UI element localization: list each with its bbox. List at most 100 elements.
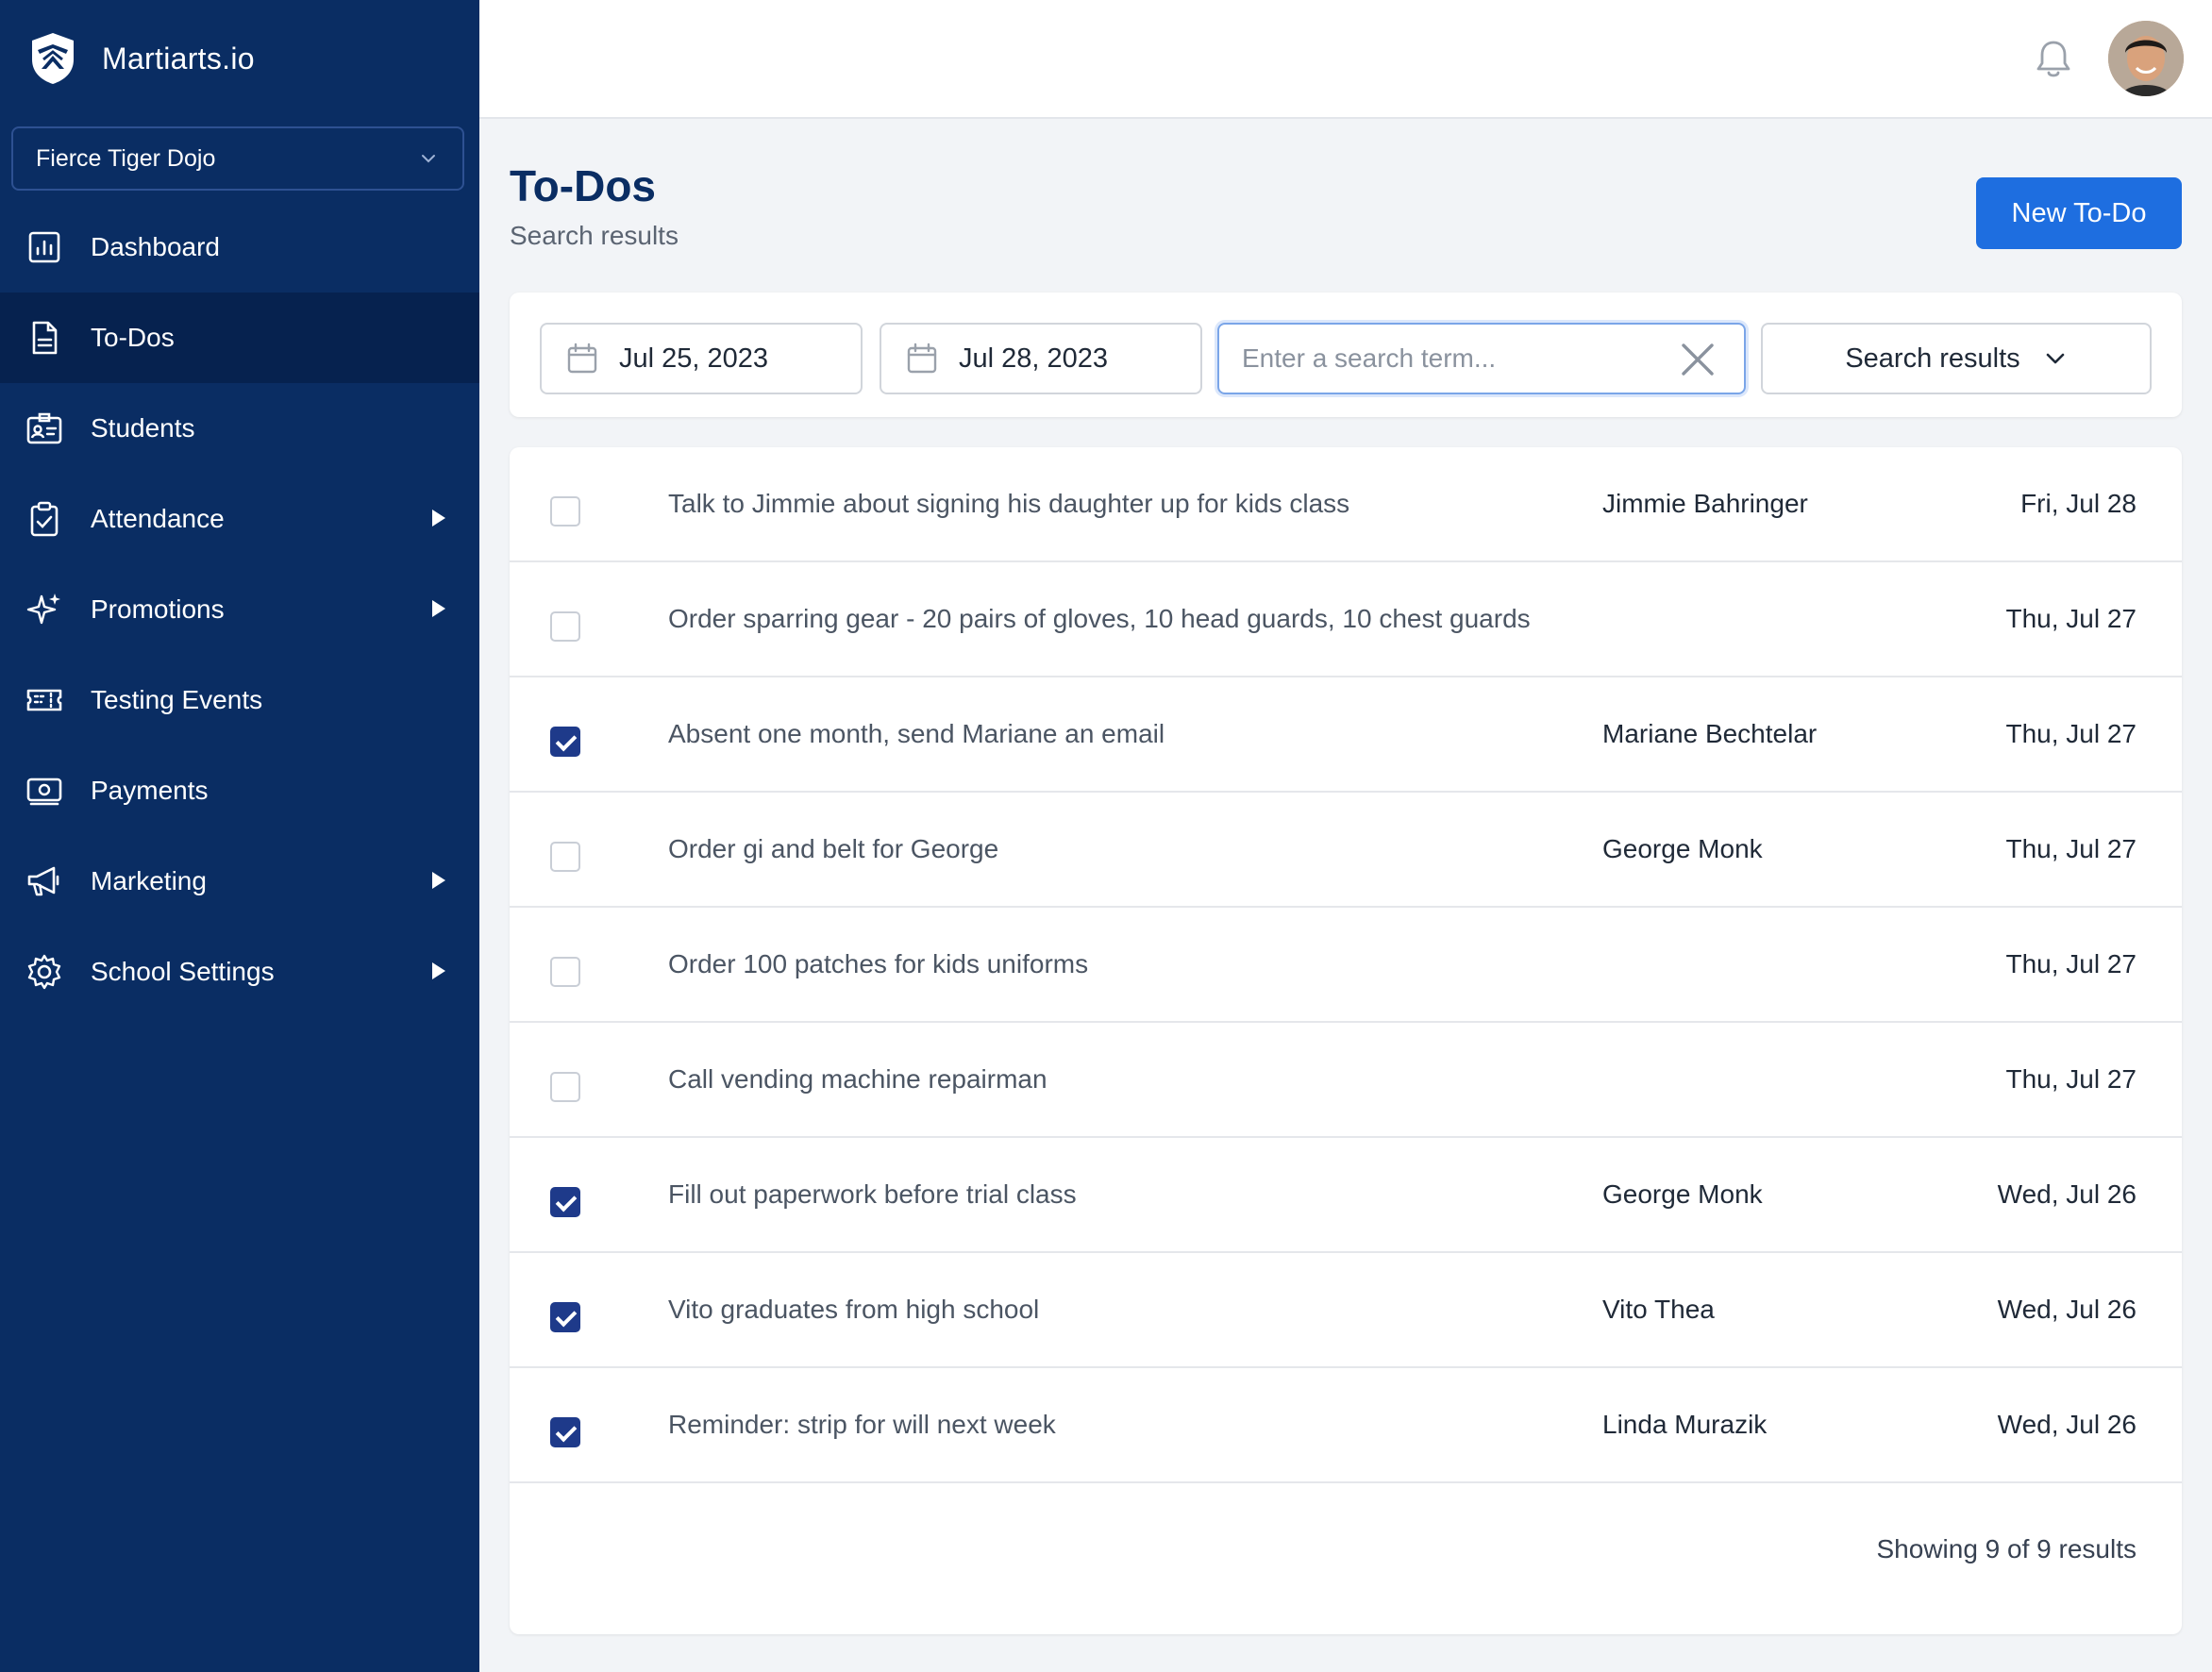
table-row[interactable]: Order 100 patches for kids uniforms Thu, … bbox=[510, 908, 2182, 1023]
bell-icon[interactable] bbox=[2033, 38, 2074, 81]
todo-task: Call vending machine repairman bbox=[668, 1064, 1047, 1094]
todo-checkbox[interactable] bbox=[550, 1302, 580, 1332]
brand[interactable]: Martiarts.io bbox=[28, 28, 255, 89]
nav-label: Dashboard bbox=[91, 232, 220, 261]
clipboard-check-icon bbox=[30, 501, 59, 537]
table-row[interactable]: Fill out paperwork before trial class Geo… bbox=[510, 1138, 2182, 1253]
todo-date: Wed, Jul 26 bbox=[1997, 1179, 2137, 1209]
nav-label: Payments bbox=[91, 776, 209, 805]
todo-person[interactable]: George Monk bbox=[1602, 1179, 1763, 1210]
shield-logo-icon bbox=[32, 33, 74, 84]
nav-label: Marketing bbox=[91, 866, 207, 895]
todo-list: Talk to Jimmie about signing his daughte… bbox=[510, 447, 2182, 1634]
todo-person[interactable]: George Monk bbox=[1602, 834, 1763, 864]
nav-label: To-Dos bbox=[91, 323, 175, 352]
todo-date: Thu, Jul 27 bbox=[2005, 719, 2137, 748]
nav-item-school-settings[interactable]: School Settings bbox=[0, 927, 479, 1017]
todo-checkbox[interactable] bbox=[550, 957, 580, 987]
todo-checkbox[interactable] bbox=[550, 1072, 580, 1102]
results-count: Showing 9 of 9 results bbox=[1876, 1534, 2137, 1563]
todo-task: Absent one month, send Mariane an email bbox=[668, 719, 1165, 748]
todo-task: Order 100 patches for kids uniforms bbox=[668, 949, 1089, 978]
megaphone-icon bbox=[27, 866, 59, 896]
submenu-arrow-icon bbox=[432, 600, 445, 617]
calendar-icon bbox=[567, 343, 597, 374]
table-row[interactable]: Order sparring gear - 20 pairs of gloves… bbox=[510, 562, 2182, 677]
chevron-down-icon bbox=[422, 155, 435, 163]
todo-person[interactable]: Mariane Bechtelar bbox=[1602, 719, 1817, 749]
chart-icon bbox=[28, 231, 60, 263]
nav-label: Promotions bbox=[91, 594, 225, 624]
page-subtitle: Search results bbox=[510, 221, 679, 250]
school-selector-value: Fierce Tiger Dojo bbox=[36, 144, 216, 172]
submenu-arrow-icon bbox=[432, 510, 445, 527]
sparkles-icon bbox=[26, 594, 60, 625]
todo-person[interactable]: Vito Thea bbox=[1602, 1295, 1715, 1325]
id-card-icon bbox=[26, 412, 62, 444]
nav-item-students[interactable]: Students bbox=[0, 383, 479, 474]
todo-task: Vito graduates from high school bbox=[668, 1295, 1040, 1324]
todo-date: Wed, Jul 26 bbox=[1997, 1295, 2137, 1324]
todo-date: Wed, Jul 26 bbox=[1997, 1410, 2137, 1439]
calendar-icon bbox=[907, 343, 937, 374]
school-selector[interactable]: Fierce Tiger Dojo bbox=[11, 126, 464, 191]
topbar bbox=[479, 0, 2212, 119]
submenu-arrow-icon bbox=[432, 962, 445, 979]
todo-task: Order gi and belt for George bbox=[668, 834, 999, 863]
ticket-icon bbox=[26, 689, 62, 711]
table-row[interactable]: Absent one month, send Mariane an email M… bbox=[510, 677, 2182, 793]
table-row[interactable]: Order gi and belt for George George Monk T… bbox=[510, 793, 2182, 908]
nav-item-marketing[interactable]: Marketing bbox=[0, 836, 479, 927]
nav-item-dashboard[interactable]: Dashboard bbox=[0, 202, 479, 293]
todo-checkbox[interactable] bbox=[550, 611, 580, 642]
nav-item-todos[interactable]: To-Dos bbox=[0, 293, 479, 383]
start-date-value: Jul 25, 2023 bbox=[619, 343, 769, 374]
todo-date: Thu, Jul 27 bbox=[2005, 1064, 2137, 1094]
nav-item-testing-events[interactable]: Testing Events bbox=[0, 655, 479, 745]
nav-item-promotions[interactable]: Promotions bbox=[0, 564, 479, 655]
nav-label: Testing Events bbox=[91, 685, 263, 714]
search-box bbox=[1217, 323, 1746, 394]
cash-icon bbox=[26, 777, 62, 806]
todo-date: Thu, Jul 27 bbox=[2005, 949, 2137, 978]
table-row[interactable]: Call vending machine repairman Thu, Jul 2… bbox=[510, 1023, 2182, 1138]
nav-item-payments[interactable]: Payments bbox=[0, 745, 479, 836]
todo-checkbox[interactable] bbox=[550, 842, 580, 872]
document-icon bbox=[32, 321, 58, 355]
todo-checkbox[interactable] bbox=[550, 727, 580, 757]
todo-task: Fill out paperwork before trial class bbox=[668, 1179, 1077, 1209]
brand-name: Martiarts.io bbox=[102, 41, 255, 75]
end-date-picker[interactable]: Jul 28, 2023 bbox=[880, 323, 1202, 394]
end-date-value: Jul 28, 2023 bbox=[959, 343, 1109, 374]
table-row[interactable]: Reminder: strip for will next week Linda … bbox=[510, 1368, 2182, 1483]
table-row[interactable]: Talk to Jimmie about signing his daughte… bbox=[510, 447, 2182, 562]
search-input[interactable] bbox=[1242, 343, 1657, 374]
table-row[interactable]: Vito graduates from high school Vito Thea… bbox=[510, 1253, 2182, 1368]
sidebar: Martiarts.io Fierce Tiger Dojo Dashboard… bbox=[0, 0, 479, 1672]
close-icon[interactable] bbox=[1678, 340, 1718, 379]
todo-checkbox[interactable] bbox=[550, 496, 580, 527]
avatar[interactable] bbox=[2108, 21, 2184, 96]
results-filter-dropdown[interactable]: Search results bbox=[1761, 323, 2152, 394]
todo-checkbox[interactable] bbox=[550, 1417, 580, 1447]
nav-label: Attendance bbox=[91, 504, 225, 533]
nav-label: School Settings bbox=[91, 957, 275, 986]
todo-checkbox[interactable] bbox=[550, 1187, 580, 1217]
nav-item-attendance[interactable]: Attendance bbox=[0, 474, 479, 564]
filter-bar: Jul 25, 2023 Jul 28, 2023 Search results bbox=[510, 293, 2182, 417]
todo-task: Talk to Jimmie about signing his daughte… bbox=[668, 489, 1350, 518]
page-title: To-Dos bbox=[510, 161, 657, 210]
start-date-picker[interactable]: Jul 25, 2023 bbox=[540, 323, 863, 394]
gear-icon bbox=[27, 954, 61, 990]
main-nav: Dashboard To-Dos Students Attendance Pro… bbox=[0, 202, 479, 1017]
todo-date: Thu, Jul 27 bbox=[2005, 834, 2137, 863]
chevron-down-icon bbox=[2046, 353, 2064, 364]
todo-person[interactable]: Jimmie Bahringer bbox=[1602, 489, 1808, 519]
todo-person[interactable]: Linda Murazik bbox=[1602, 1410, 1767, 1440]
user-avatar-icon bbox=[2108, 21, 2184, 96]
todo-task: Order sparring gear - 20 pairs of gloves… bbox=[668, 604, 1531, 633]
new-todo-button[interactable]: New To-Do bbox=[1976, 177, 2182, 249]
submenu-arrow-icon bbox=[432, 872, 445, 889]
results-filter-value: Search results bbox=[1845, 343, 2020, 374]
nav-label: Students bbox=[91, 413, 195, 443]
